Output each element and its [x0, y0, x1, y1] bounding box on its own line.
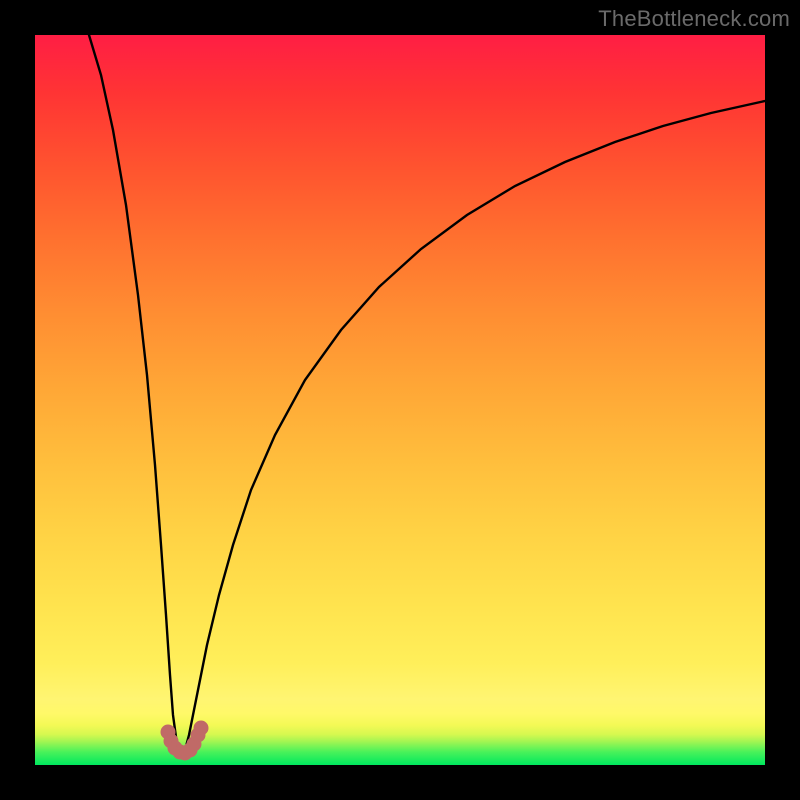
plot-area — [35, 35, 765, 765]
bottleneck-curve — [89, 35, 765, 753]
trough-marker-cluster — [161, 721, 208, 760]
chart-frame: TheBottleneck.com — [0, 0, 800, 800]
watermark-text: TheBottleneck.com — [598, 6, 790, 32]
bottleneck-curve-svg — [35, 35, 765, 765]
